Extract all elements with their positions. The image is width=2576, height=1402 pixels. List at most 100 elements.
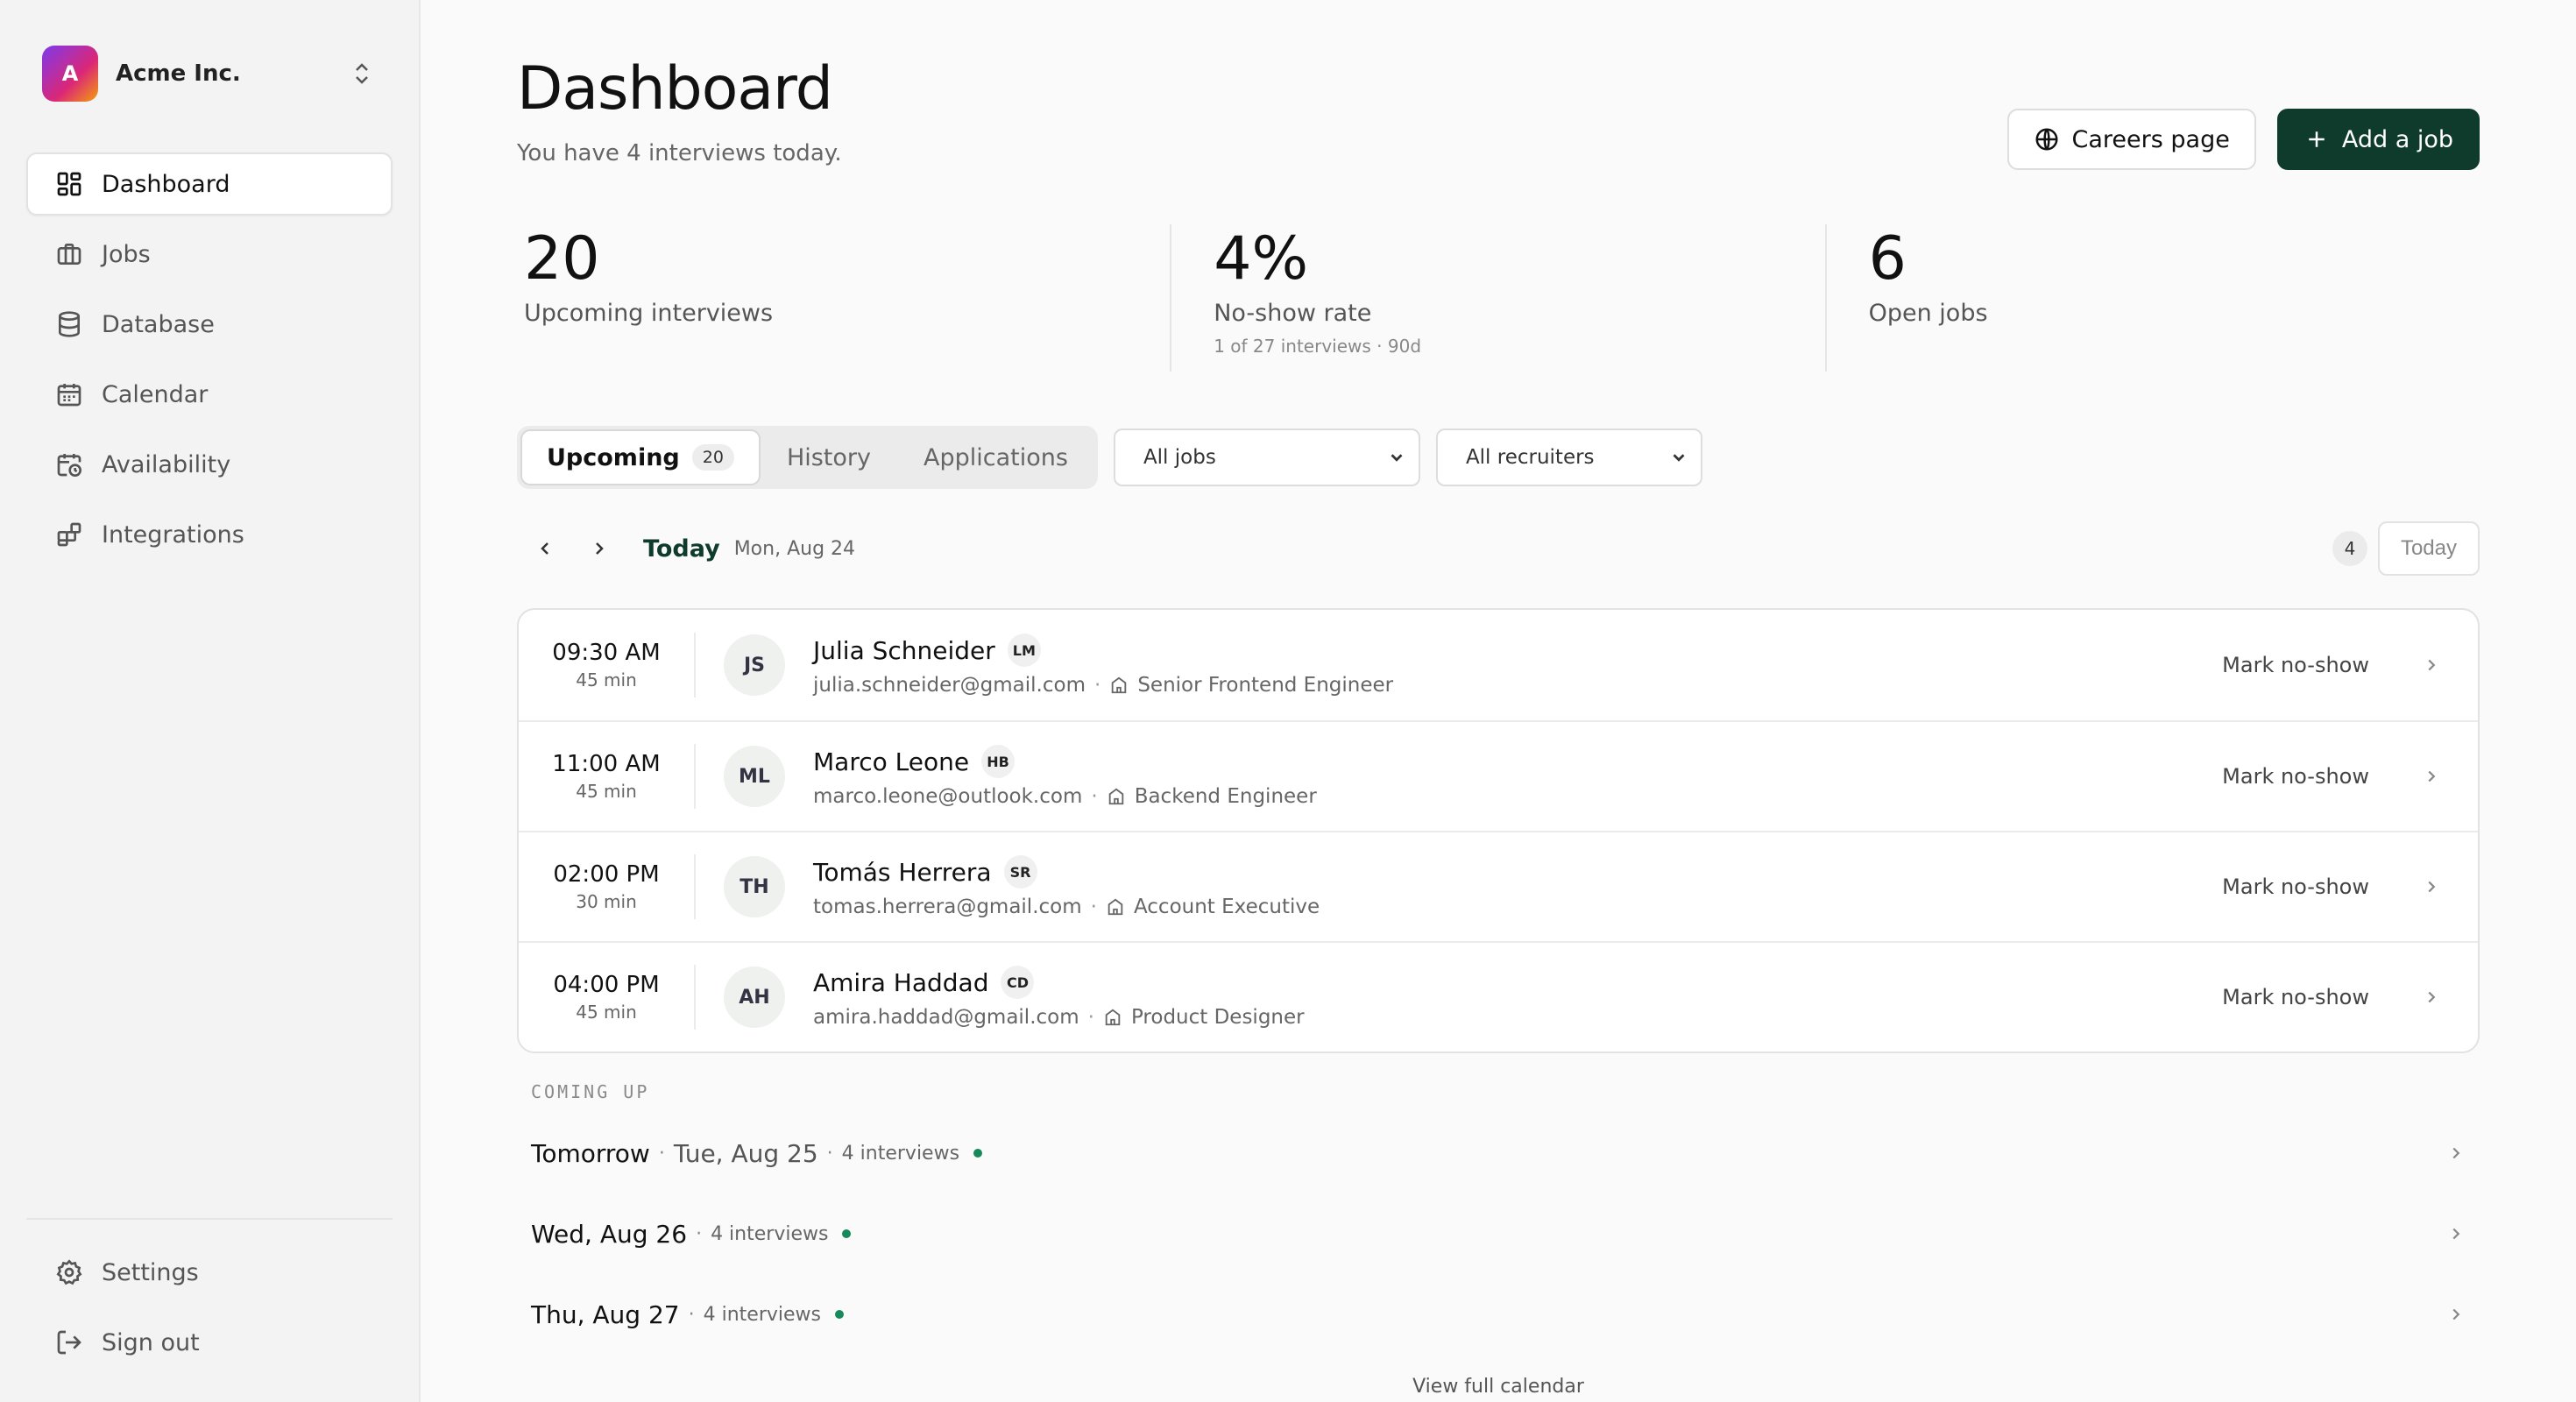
chevron-up-down-icon[interactable] <box>347 59 377 89</box>
stat-value: 6 <box>1868 224 1907 294</box>
separator: · <box>658 1142 665 1165</box>
stat-note: 1 of 27 interviews · 90d <box>1214 336 1422 357</box>
separator: · <box>696 1222 703 1245</box>
add-job-label: Add a job <box>2341 125 2453 153</box>
candidate-name[interactable]: Amira Haddad <box>813 968 988 997</box>
briefcase-icon <box>54 239 84 269</box>
tab-applications[interactable]: Applications <box>897 429 1094 485</box>
today-button[interactable]: Today <box>2377 521 2480 576</box>
time-value: 09:30 AM <box>552 640 661 666</box>
candidate-email: marco.leone@outlook.com <box>813 785 1083 808</box>
coming-up-heading: COMING UP <box>531 1081 650 1102</box>
nav-label: Jobs <box>102 240 151 268</box>
jobs-filter-select[interactable]: All jobs <box>1113 428 1420 486</box>
avatar: JS <box>724 634 785 696</box>
page-title: Dashboard <box>517 54 833 124</box>
day-date: Tue, Aug 25 <box>673 1138 818 1168</box>
nav-label: Dashboard <box>102 170 230 198</box>
careers-page-label: Careers page <box>2071 125 2230 153</box>
coming-up-day[interactable]: Wed, Aug 26 · 4 interviews <box>531 1193 2480 1274</box>
interview-row[interactable]: 04:00 PM 45 min AH Amira Haddad CD amira… <box>519 941 2478 1052</box>
nav-item-sign-out[interactable]: Sign out <box>26 1311 393 1374</box>
building-icon <box>1112 676 1127 694</box>
interview-time: 02:00 PM 30 min <box>519 854 696 919</box>
nav-label: Availability <box>102 450 231 478</box>
candidate-name[interactable]: Tomás Herrera <box>813 858 992 887</box>
chevron-down-icon <box>1391 454 1403 462</box>
day-name: Tomorrow <box>531 1138 650 1168</box>
stat-upcoming-interviews: 20 Upcoming interviews <box>517 224 1170 372</box>
mark-no-show-button[interactable]: Mark no-show <box>2222 985 2369 1009</box>
chevron-down-icon <box>1673 454 1685 462</box>
candidate-info: Amira Haddad CD amira.haddad@gmail.com ·… <box>813 966 2222 1029</box>
sidebar: A Acme Inc. Dashboard Jobs Database Cale… <box>0 0 421 1402</box>
gear-icon <box>54 1257 84 1287</box>
chevron-right-icon[interactable] <box>2418 984 2445 1010</box>
stat-label: Upcoming interviews <box>524 300 774 327</box>
tab-history[interactable]: History <box>761 429 897 485</box>
mark-no-show-button[interactable]: Mark no-show <box>2222 764 2369 789</box>
nav-item-settings[interactable]: Settings <box>26 1241 393 1304</box>
add-job-button[interactable]: Add a job <box>2276 109 2480 170</box>
nav-label: Integrations <box>102 520 244 549</box>
candidate-name[interactable]: Julia Schneider <box>813 636 995 665</box>
interview-row[interactable]: 09:30 AM 45 min JS Julia Schneider LM ju… <box>519 610 2478 720</box>
day-name: Thu, Aug 27 <box>531 1299 680 1329</box>
interview-row[interactable]: 02:00 PM 30 min TH Tomás Herrera SR toma… <box>519 831 2478 941</box>
tab-label: Upcoming <box>547 443 680 471</box>
interview-time: 04:00 PM 45 min <box>519 965 696 1030</box>
coming-up-list: Tomorrow · Tue, Aug 25 · 4 interviews We… <box>531 1113 2480 1355</box>
separator: · <box>826 1142 833 1165</box>
prev-day-button[interactable] <box>527 531 563 566</box>
stat-open-jobs: 6 Open jobs <box>1824 224 2480 372</box>
coming-up-day[interactable]: Tomorrow · Tue, Aug 25 · 4 interviews <box>531 1113 2480 1193</box>
avatar: ML <box>724 746 785 807</box>
interview-time: 11:00 AM 45 min <box>519 744 696 809</box>
stat-label: Open jobs <box>1868 300 1988 327</box>
candidate-email: amira.haddad@gmail.com <box>813 1006 1079 1029</box>
separator: · <box>1094 674 1101 697</box>
recruiters-filter-value: All recruiters <box>1465 446 1595 469</box>
careers-page-button[interactable]: Careers page <box>2006 109 2256 170</box>
calendar-icon <box>54 379 84 409</box>
day-navigation: Today Mon, Aug 24 4 Today <box>517 520 2480 577</box>
interview-count: 4 interviews <box>703 1303 821 1326</box>
database-icon <box>54 309 84 339</box>
org-switcher[interactable]: A Acme Inc. <box>42 46 377 102</box>
nav-label: Calendar <box>102 380 209 408</box>
header-actions: Careers page Add a job <box>2006 109 2480 170</box>
mark-no-show-button[interactable]: Mark no-show <box>2222 653 2369 677</box>
job-title: Senior Frontend Engineer <box>1137 674 1394 697</box>
chevron-right-icon[interactable] <box>2443 1140 2469 1166</box>
recruiter-chip: LM <box>1007 634 1041 667</box>
nav-label: Settings <box>102 1258 199 1286</box>
next-day-button[interactable] <box>582 531 617 566</box>
nav-item-database[interactable]: Database <box>26 293 393 356</box>
chevron-right-icon[interactable] <box>2443 1221 2469 1247</box>
coming-up-day[interactable]: Thu, Aug 27 · 4 interviews <box>531 1274 2480 1355</box>
view-full-calendar-link[interactable]: View full calendar <box>517 1376 2480 1398</box>
nav-item-calendar[interactable]: Calendar <box>26 363 393 426</box>
day-date: Mon, Aug 24 <box>733 537 856 560</box>
avatar: TH <box>724 856 785 917</box>
recruiters-filter-select[interactable]: All recruiters <box>1435 428 1702 486</box>
interview-row[interactable]: 11:00 AM 45 min ML Marco Leone HB marco.… <box>519 720 2478 831</box>
chevron-right-icon[interactable] <box>2418 763 2445 790</box>
globe-icon <box>2035 128 2058 151</box>
nav-item-availability[interactable]: Availability <box>26 433 393 496</box>
separator: · <box>1090 896 1097 918</box>
chevron-right-icon[interactable] <box>2443 1301 2469 1328</box>
nav-item-jobs[interactable]: Jobs <box>26 223 393 286</box>
stat-no-show-rate: 4% No-show rate 1 of 27 interviews · 90d <box>1170 224 1824 372</box>
mark-no-show-button[interactable]: Mark no-show <box>2222 874 2369 899</box>
time-duration: 45 min <box>576 669 637 690</box>
job-title: Backend Engineer <box>1134 785 1317 808</box>
tab-upcoming[interactable]: Upcoming 20 <box>520 429 761 485</box>
jobs-filter-value: All jobs <box>1143 446 1216 469</box>
status-dot <box>842 1229 852 1238</box>
nav-item-integrations[interactable]: Integrations <box>26 503 393 566</box>
chevron-right-icon[interactable] <box>2418 652 2445 678</box>
chevron-right-icon[interactable] <box>2418 874 2445 900</box>
candidate-name[interactable]: Marco Leone <box>813 747 969 776</box>
nav-item-dashboard[interactable]: Dashboard <box>26 152 393 216</box>
